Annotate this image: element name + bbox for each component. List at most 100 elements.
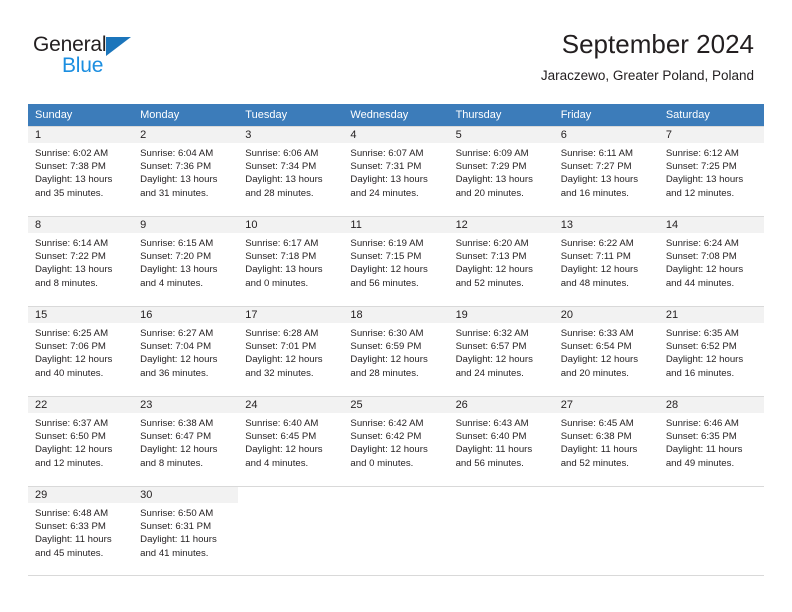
generalblue-logo[interactable]: General Blue [33,33,193,81]
day-cell[interactable]: 2 Sunrise: 6:04 AM Sunset: 7:36 PM Daylight… [133,126,239,216]
day-detail-daylight2: and 28 minutes. [245,187,314,199]
day-details: Sunrise: 6:19 AM Sunset: 7:15 PM Daylight:… [343,233,448,290]
day-cell[interactable]: 9 Sunrise: 6:15 AM Sunset: 7:20 PM Daylight… [133,216,239,306]
day-detail-sunset: Sunset: 7:11 PM [560,251,631,263]
page-header: General Blue September 2024 Jaraczewo, G… [0,0,792,100]
day-cell[interactable]: 23 Sunrise: 6:38 AM Sunset: 6:47 PM Dayligh… [133,396,239,486]
day-detail-daylight2: and 56 minutes. [350,277,419,289]
day-cell[interactable]: 6 Sunrise: 6:11 AM Sunset: 7:27 PM Daylight… [553,126,659,216]
day-cell[interactable]: 3 Sunrise: 6:06 AM Sunset: 7:34 PM Daylight… [238,126,344,216]
day-detail-sunset: Sunset: 7:04 PM [140,341,212,353]
day-detail-sunrise: Sunrise: 6:46 AM [665,418,739,429]
day-cell[interactable]: 8 Sunrise: 6:14 AM Sunset: 7:22 PM Daylight… [28,216,134,306]
day-number: 10 [238,217,344,233]
day-cell[interactable]: 21 Sunrise: 6:35 AM Sunset: 6:52 PM Dayligh… [658,306,764,396]
day-number: 4 [343,127,449,143]
day-detail-sunset: Sunset: 6:59 PM [350,341,422,353]
calendar-cell [658,486,764,576]
day-detail-daylight1: Daylight: 11 hours [455,444,533,456]
day-detail-sunrise: Sunrise: 6:19 AM [350,238,424,249]
day-detail-sunset: Sunset: 6:40 PM [455,431,527,443]
calendar-cell [343,486,449,576]
day-cell[interactable]: 30 Sunrise: 6:50 AM Sunset: 6:31 PM Dayligh… [133,486,239,576]
day-number: 9 [133,217,239,233]
day-detail-sunset: Sunset: 6:35 PM [665,431,737,443]
day-details: Sunrise: 6:02 AM Sunset: 7:38 PM Daylight:… [28,143,133,200]
calendar-cell: 19 Sunrise: 6:32 AM Sunset: 6:57 PM Dayligh… [448,306,554,396]
day-cell[interactable]: 11 Sunrise: 6:19 AM Sunset: 7:15 PM Dayligh… [343,216,449,306]
day-cell[interactable]: 22 Sunrise: 6:37 AM Sunset: 6:50 PM Dayligh… [28,396,134,486]
day-number: 11 [343,217,449,233]
day-number: 29 [28,487,134,503]
day-details: Sunrise: 6:24 AM Sunset: 7:08 PM Daylight:… [659,233,764,290]
calendar-cell: 25 Sunrise: 6:42 AM Sunset: 6:42 PM Dayligh… [343,396,449,486]
day-cell[interactable]: 26 Sunrise: 6:43 AM Sunset: 6:40 PM Dayligh… [448,396,554,486]
day-cell[interactable]: 20 Sunrise: 6:33 AM Sunset: 6:54 PM Dayligh… [553,306,659,396]
day-detail-sunset: Sunset: 6:42 PM [350,431,422,443]
day-cell[interactable]: 4 Sunrise: 6:07 AM Sunset: 7:31 PM Daylight… [343,126,449,216]
day-detail-daylight1: Daylight: 12 hours [140,444,218,456]
calendar-week-row: 1 Sunrise: 6:02 AM Sunset: 7:38 PM Daylight… [28,126,764,216]
day-cell[interactable]: 14 Sunrise: 6:24 AM Sunset: 7:08 PM Dayligh… [658,216,764,306]
day-details: Sunrise: 6:25 AM Sunset: 7:06 PM Daylight:… [28,323,133,380]
day-detail-daylight1: Daylight: 11 hours [665,444,743,456]
day-details: Sunrise: 6:06 AM Sunset: 7:34 PM Daylight:… [238,143,343,200]
day-detail-daylight1: Daylight: 13 hours [665,174,744,186]
calendar-cell: 7 Sunrise: 6:12 AM Sunset: 7:25 PM Daylight… [658,126,764,216]
day-number: 27 [553,397,659,413]
calendar-cell: 22 Sunrise: 6:37 AM Sunset: 6:50 PM Dayligh… [28,396,134,486]
calendar-cell: 3 Sunrise: 6:06 AM Sunset: 7:34 PM Daylight… [238,126,344,216]
day-detail-daylight1: Daylight: 12 hours [245,444,323,456]
calendar-cell: 13 Sunrise: 6:22 AM Sunset: 7:11 PM Dayligh… [553,216,659,306]
day-cell[interactable]: 19 Sunrise: 6:32 AM Sunset: 6:57 PM Dayligh… [448,306,554,396]
day-detail-daylight1: Daylight: 12 hours [350,444,428,456]
day-cell[interactable]: 29 Sunrise: 6:48 AM Sunset: 6:33 PM Dayligh… [28,486,134,576]
day-number: 8 [28,217,134,233]
day-detail-daylight2: and 8 minutes. [35,277,98,289]
day-detail-daylight2: and 4 minutes. [245,457,309,469]
day-cell[interactable]: 10 Sunrise: 6:17 AM Sunset: 7:18 PM Dayligh… [238,216,344,306]
day-cell[interactable]: 12 Sunrise: 6:20 AM Sunset: 7:13 PM Dayligh… [448,216,554,306]
calendar-cell: 28 Sunrise: 6:46 AM Sunset: 6:35 PM Dayligh… [658,396,764,486]
day-cell[interactable]: 13 Sunrise: 6:22 AM Sunset: 7:11 PM Dayligh… [553,216,659,306]
calendar-cell: 6 Sunrise: 6:11 AM Sunset: 7:27 PM Daylight… [553,126,659,216]
day-detail-sunset: Sunset: 7:18 PM [245,251,317,263]
day-number: 21 [658,307,764,323]
day-detail-daylight1: Daylight: 12 hours [665,264,744,276]
day-details: Sunrise: 6:42 AM Sunset: 6:42 PM Daylight:… [343,413,448,470]
day-detail-daylight2: and 8 minutes. [140,457,204,469]
day-detail-sunset: Sunset: 6:31 PM [140,521,212,533]
day-cell[interactable]: 28 Sunrise: 6:46 AM Sunset: 6:35 PM Dayligh… [658,396,764,486]
logo-text-blue: Blue [62,54,104,77]
day-details: Sunrise: 6:11 AM Sunset: 7:27 PM Daylight:… [554,143,659,200]
day-cell[interactable]: 17 Sunrise: 6:28 AM Sunset: 7:01 PM Dayligh… [238,306,344,396]
calendar-page: General Blue September 2024 Jaraczewo, G… [0,0,792,612]
day-cell[interactable]: 5 Sunrise: 6:09 AM Sunset: 7:29 PM Daylight… [448,126,554,216]
day-detail-sunset: Sunset: 7:13 PM [455,251,527,263]
day-detail-sunrise: Sunrise: 6:07 AM [350,148,424,159]
calendar-cell: 11 Sunrise: 6:19 AM Sunset: 7:15 PM Dayligh… [343,216,449,306]
day-detail-daylight2: and 0 minutes. [245,277,309,289]
day-cell[interactable]: 15 Sunrise: 6:25 AM Sunset: 7:06 PM Dayligh… [28,306,134,396]
day-number: 6 [553,127,659,143]
day-detail-daylight1: Daylight: 13 hours [35,174,113,186]
day-number: 17 [238,307,344,323]
day-detail-sunrise: Sunrise: 6:25 AM [35,328,109,339]
day-cell[interactable]: 24 Sunrise: 6:40 AM Sunset: 6:45 PM Dayligh… [238,396,344,486]
day-cell[interactable]: 25 Sunrise: 6:42 AM Sunset: 6:42 PM Dayligh… [343,396,449,486]
day-details: Sunrise: 6:27 AM Sunset: 7:04 PM Daylight:… [133,323,238,380]
day-cell[interactable]: 1 Sunrise: 6:02 AM Sunset: 7:38 PM Daylight… [28,126,134,216]
day-cell[interactable]: 16 Sunrise: 6:27 AM Sunset: 7:04 PM Dayligh… [133,306,239,396]
day-detail-sunset: Sunset: 7:34 PM [245,161,317,173]
day-details: Sunrise: 6:43 AM Sunset: 6:40 PM Daylight:… [449,413,554,470]
day-detail-daylight1: Daylight: 13 hours [35,264,113,276]
day-detail-sunrise: Sunrise: 6:17 AM [245,238,319,249]
day-detail-sunset: Sunset: 7:15 PM [350,251,422,263]
day-cell[interactable]: 7 Sunrise: 6:12 AM Sunset: 7:25 PM Daylight… [658,126,764,216]
day-details: Sunrise: 6:28 AM Sunset: 7:01 PM Daylight:… [238,323,343,380]
day-detail-daylight2: and 45 minutes. [35,547,104,559]
logo-triangle-icon [106,37,131,56]
day-cell[interactable]: 27 Sunrise: 6:45 AM Sunset: 6:38 PM Dayligh… [553,396,659,486]
day-cell[interactable]: 18 Sunrise: 6:30 AM Sunset: 6:59 PM Dayligh… [343,306,449,396]
weekday-header-saturday: Saturday [658,104,764,126]
